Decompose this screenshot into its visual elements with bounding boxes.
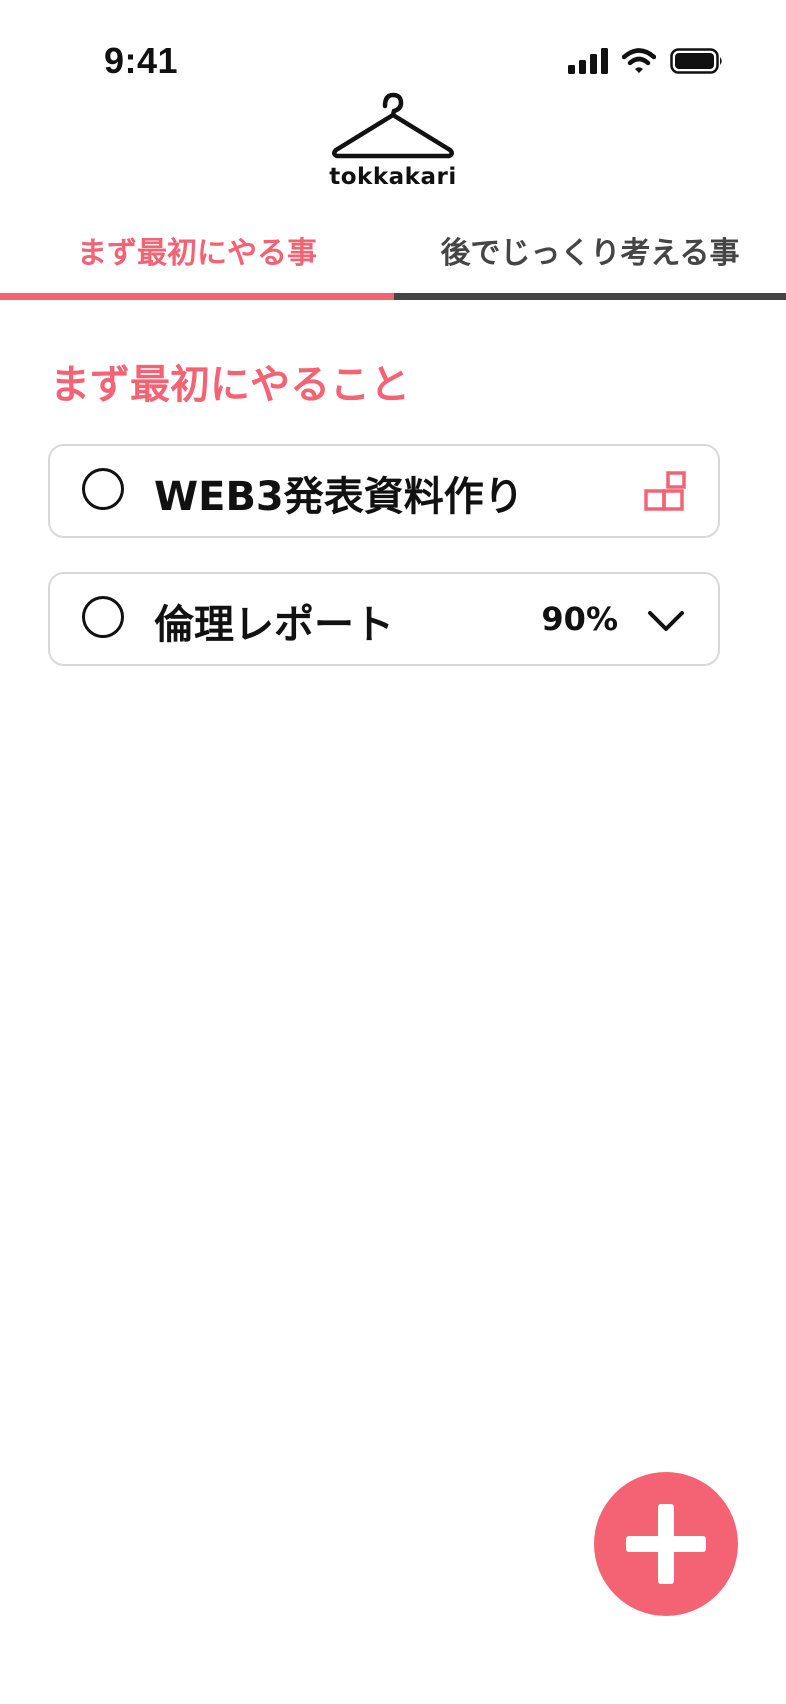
task-item[interactable]: WEB3発表資料作り [48, 444, 720, 538]
task-item[interactable]: 倫理レポート 90% [48, 572, 720, 666]
tab-later-tasks[interactable]: 後でじっくり考える事 [394, 220, 786, 300]
status-time: 9:41 [104, 40, 179, 81]
add-task-button[interactable] [594, 1472, 738, 1616]
task-title: 倫理レポート [154, 602, 394, 648]
tab-active-indicator [0, 293, 394, 300]
task-progress: 90% [541, 600, 618, 638]
battery-icon [670, 48, 724, 78]
tab-first-tasks[interactable]: まず最初にやる事 [0, 220, 394, 300]
chevron-down-icon[interactable] [644, 599, 688, 643]
wifi-icon [621, 48, 657, 78]
tab-indicator [394, 293, 786, 300]
app-logo-text: tokkakari [329, 164, 457, 190]
status-icons [568, 48, 724, 78]
app-logo: tokkakari [0, 90, 786, 190]
cellular-signal-icon [568, 48, 608, 78]
tab-label: まず最初にやる事 [77, 236, 317, 271]
task-title: WEB3発表資料作り [154, 474, 524, 520]
task-checkbox[interactable] [82, 596, 124, 638]
tab-label: 後でじっくり考える事 [440, 236, 740, 271]
section-title: まず最初にやること [50, 362, 410, 408]
tab-bar: まず最初にやる事 後でじっくり考える事 [0, 220, 786, 300]
task-checkbox[interactable] [82, 468, 124, 510]
subtasks-icon[interactable] [644, 471, 688, 515]
